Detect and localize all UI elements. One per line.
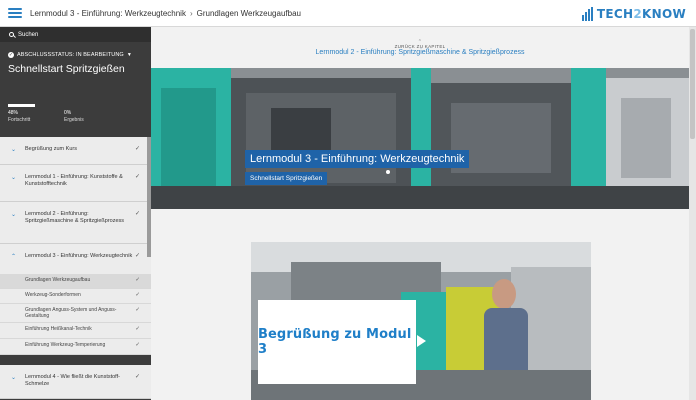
nav-gap [0,355,151,365]
video-player[interactable]: Begrüßung zu Modul 3 [251,242,591,400]
hero-banner: Lernmodul 3 - Einführung: Werkzeugtechni… [151,68,689,209]
check-icon: ✓ [135,277,140,283]
progress-value: 48% [8,110,19,116]
sidebar-subitem-heisskanal[interactable]: Einführung Heißkanal-Technik ✓ [0,323,151,339]
breadcrumb-item-lesson: Grundlagen Werkzeugaufbau [196,8,301,18]
chevron-down-icon: ⌄ [11,175,17,181]
sidebar-item-welcome[interactable]: ⌄ Begrüßung zum Kurs ✓ [0,137,151,165]
sidebar-subitem-werkzeugaufbau[interactable]: Grundlagen Werkzeugaufbau ✓ [0,274,151,289]
result-bar [64,104,91,107]
check-icon: ✓ [135,292,140,298]
back-to-chapter[interactable]: ⌃ ZURÜCK ZU KAPITEL [151,40,689,50]
chevron-down-icon: ⌄ [11,212,17,218]
check-icon: ✓ [134,174,140,180]
top-bar: Lernmodul 3 - Einführung: Werkzeugtechni… [0,0,696,27]
progress-bar [8,104,35,107]
main-scrollbar-thumb[interactable] [690,29,695,139]
sidebar-subitem-sonderformen[interactable]: Werkzeug-Sonderformen ✓ [0,289,151,304]
chevron-down-icon: ⌄ [11,375,17,381]
sidebar-item-module-1[interactable]: ⌄ Lernmodul 1 - Einführung: Kunststoffe … [0,165,151,202]
sidebar-item-module-4[interactable]: ⌄ Lernmodul 4 - Wie fließt die Kunststof… [0,365,151,399]
video-title-card: Begrüßung zu Modul 3 [258,300,416,384]
chevron-down-icon: ▼ [126,52,132,58]
sidebar-subitem-anguss[interactable]: Grundlagen Anguss-System und Anguss-Gest… [0,304,151,323]
check-circle-icon: ✓ [8,52,14,58]
play-icon[interactable] [417,335,426,347]
check-icon: ✓ [135,342,140,348]
hero-title: Lernmodul 3 - Einführung: Werkzeugtechni… [245,150,470,168]
progress-summary: 48% Fortschritt 0% Ergebnis [8,104,143,123]
check-icon: ✓ [135,307,140,313]
check-icon: ✓ [134,374,140,380]
video-title: Begrüßung zu Modul 3 [258,327,412,357]
check-icon: ✓ [135,326,140,332]
main-scrollbar[interactable] [689,27,696,400]
course-navigation: ⌄ Begrüßung zum Kurs ✓ ⌄ Lernmodul 1 - E… [0,137,151,399]
chevron-up-icon: ⌃ [11,254,17,260]
search-icon [9,32,14,37]
sidebar-subitem-temperierung[interactable]: Einführung Werkzeug-Temperierung ✓ [0,339,151,355]
previous-chapter-link[interactable]: Lernmodul 2 - Einführung: Spritzgießmasc… [151,49,689,56]
result-value: 0% [64,110,72,116]
chevron-down-icon: ⌄ [11,147,17,153]
breadcrumb: Lernmodul 3 - Einführung: Werkzeugtechni… [30,9,301,18]
sidebar: Suchen ✓ ABSCHLUSSSTATUS: IN BEARBEITUNG… [0,27,151,400]
logo[interactable]: TECH2KNOW [581,5,686,22]
check-icon: ✓ [134,253,140,259]
chevron-right-icon: › [189,8,193,18]
main-content: ⌃ ZURÜCK ZU KAPITEL Lernmodul 2 - Einfüh… [151,27,696,400]
result-label: Ergebnis [64,117,84,123]
course-status: ✓ ABSCHLUSSSTATUS: IN BEARBEITUNG ▼ Schn… [0,42,151,152]
check-icon: ✓ [134,211,140,217]
sidebar-item-module-3[interactable]: ⌃ Lernmodul 3 - Einführung: Werkzeugtech… [0,244,151,274]
course-title: Schnellstart Spritzgießen [8,63,125,75]
injection-machine-image [151,68,689,209]
search-bar[interactable]: Suchen [0,27,151,42]
completion-status-dropdown[interactable]: ✓ ABSCHLUSSSTATUS: IN BEARBEITUNG ▼ [8,52,143,58]
progress-label: Fortschritt [8,117,31,123]
sidebar-item-module-2[interactable]: ⌄ Lernmodul 2 - Einführung: Spritzgießma… [0,202,151,244]
search-label: Suchen [18,31,39,38]
logo-text: TECH2KNOW [596,6,686,21]
status-label: ABSCHLUSSSTATUS: IN BEARBEITUNG [17,52,124,58]
menu-icon[interactable] [8,8,22,18]
hero-subtitle: Schnellstart Spritzgießen [245,172,328,185]
logo-bars-icon [581,6,594,21]
breadcrumb-item-module[interactable]: Lernmodul 3 - Einführung: Werkzeugtechni… [30,9,186,18]
check-icon: ✓ [134,146,140,152]
